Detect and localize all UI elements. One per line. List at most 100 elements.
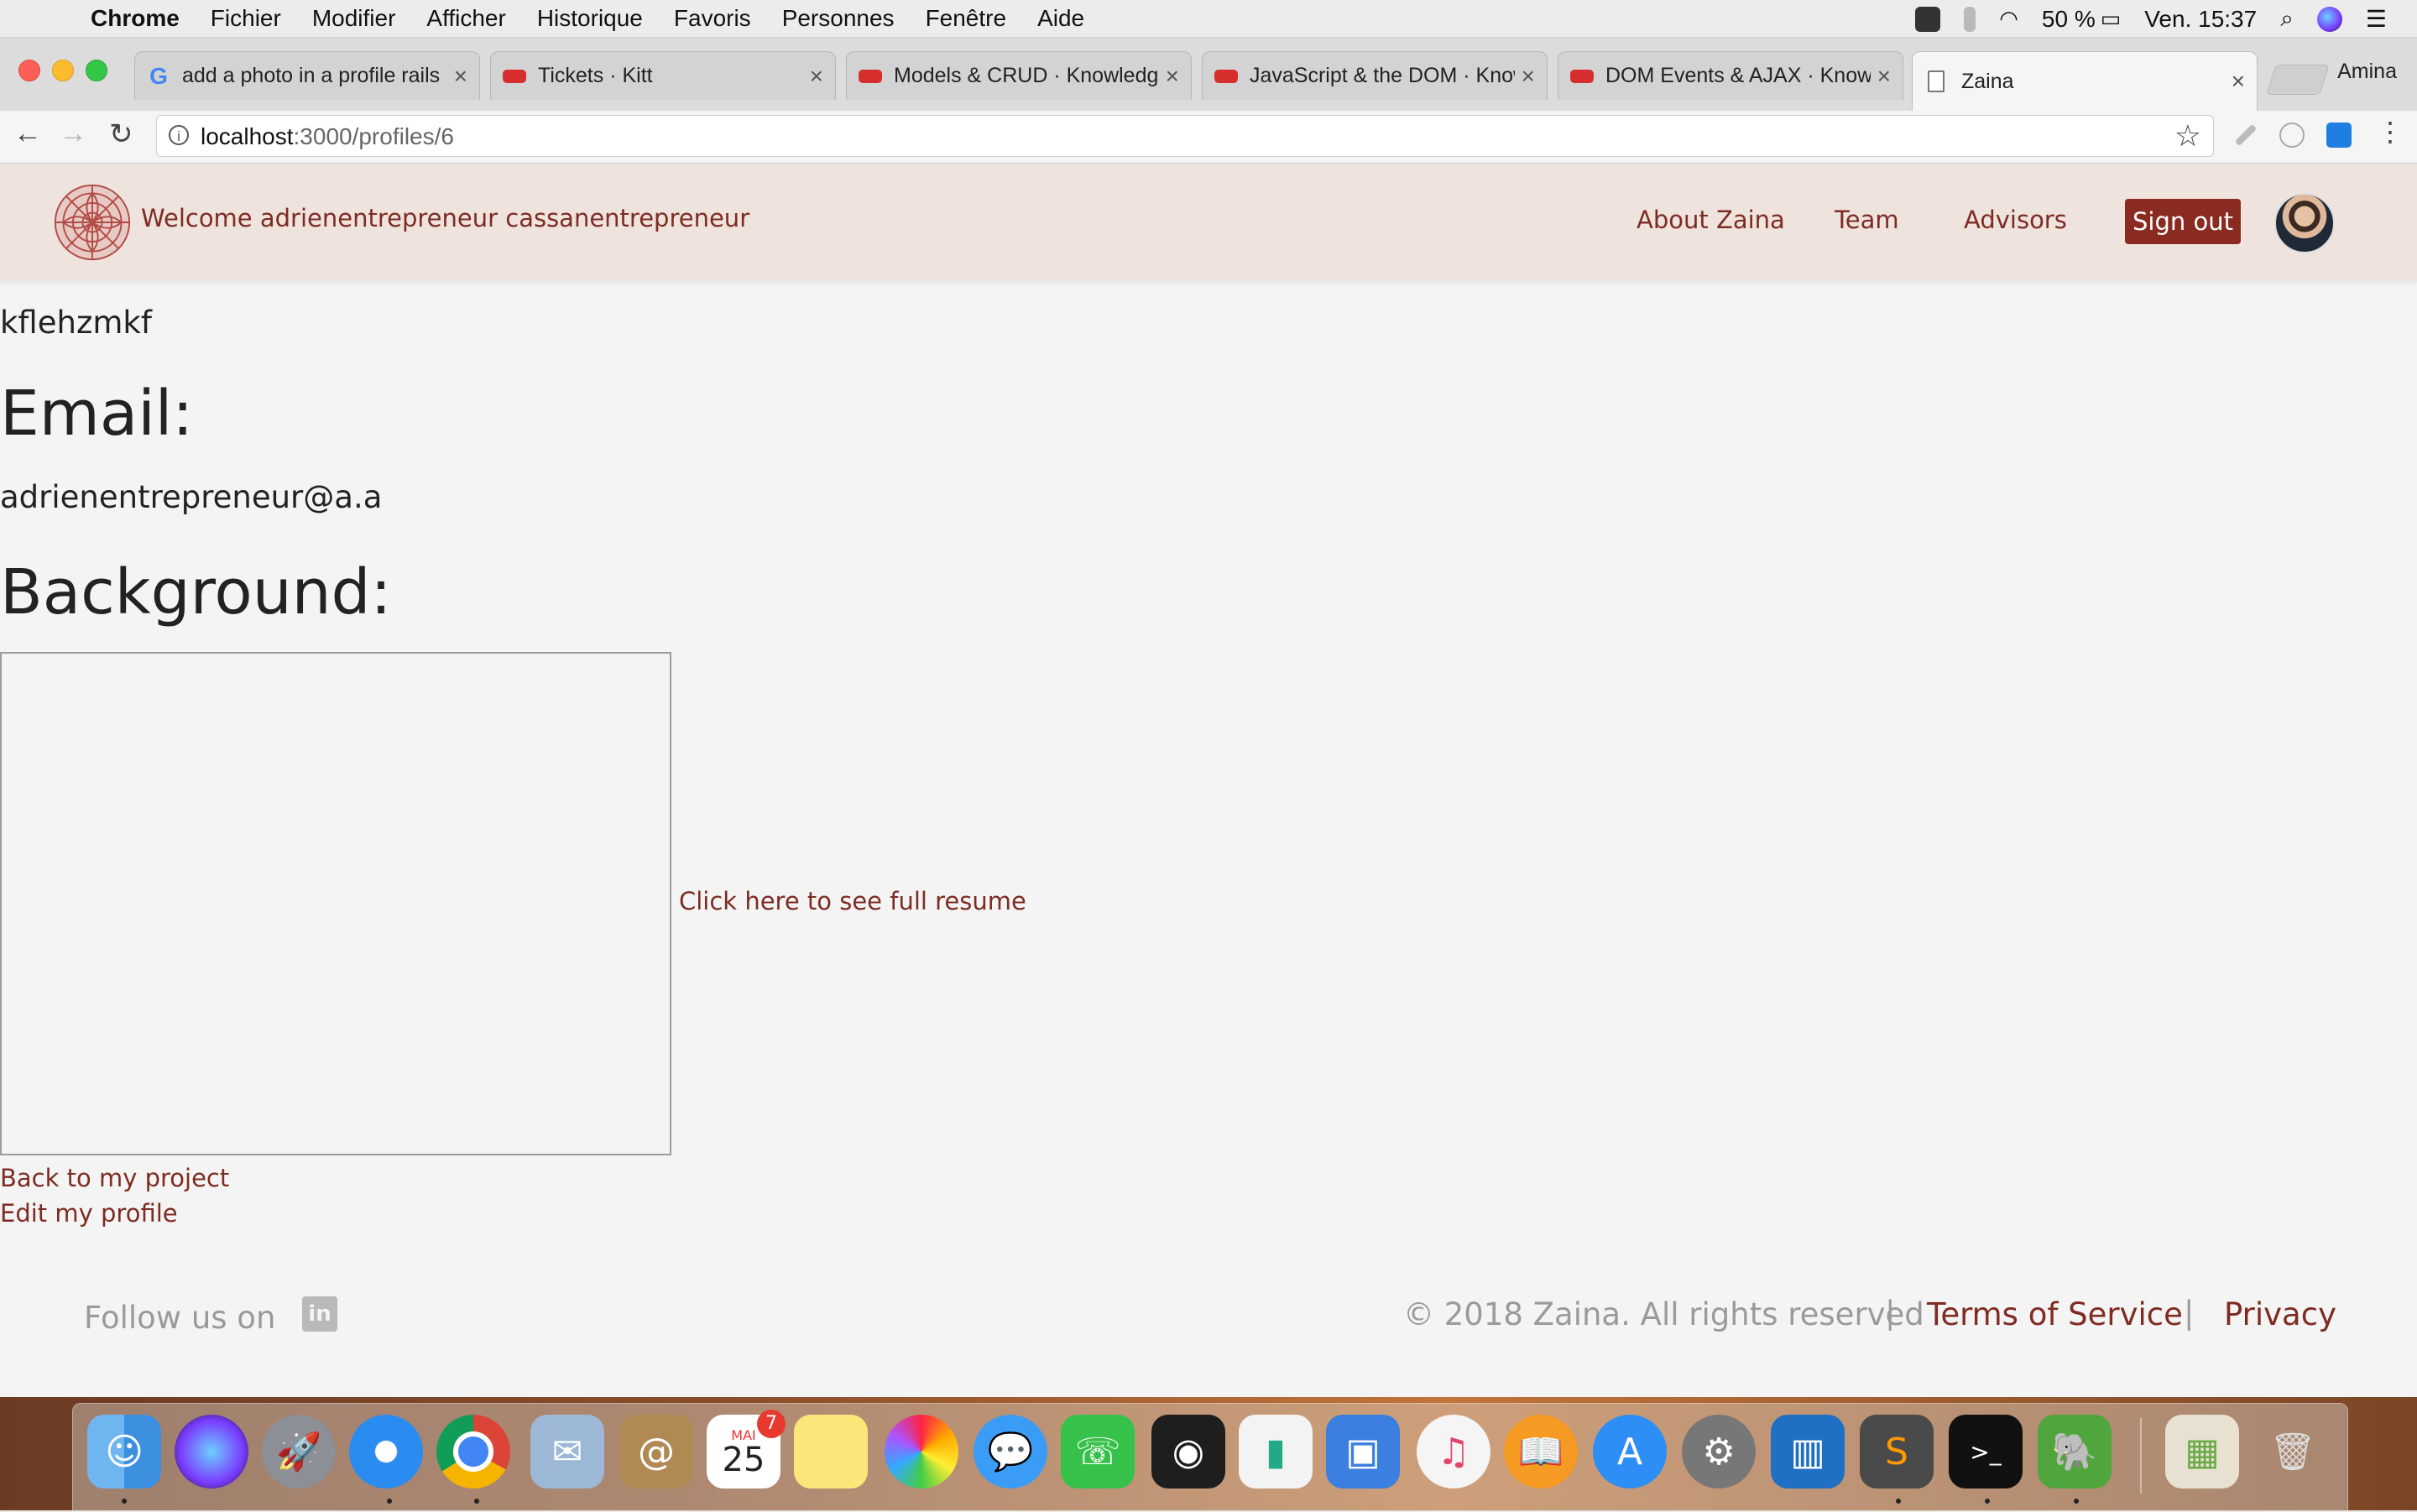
menu-afficher[interactable]: Afficher (426, 5, 505, 32)
close-tab-icon[interactable]: × (454, 63, 467, 90)
menu-favoris[interactable]: Favoris (674, 5, 751, 32)
sublime-text-icon[interactable]: S (1860, 1415, 1934, 1489)
calendar-badge: 7 (757, 1410, 786, 1438)
figma-icon[interactable]: ◉ (1151, 1415, 1225, 1489)
menu-app-name[interactable]: Chrome (91, 5, 180, 32)
profile-name: kflehzmkf (0, 305, 152, 341)
google-icon: G (149, 62, 168, 89)
sequel-table-icon[interactable]: ▦ (2165, 1415, 2239, 1489)
url-host: localhost (201, 123, 294, 149)
edit-profile-link[interactable]: Edit my profile (0, 1199, 178, 1228)
trello-icon[interactable]: ▥ (1771, 1415, 1845, 1489)
itunes-icon[interactable]: ♫ (1417, 1415, 1490, 1489)
reload-icon[interactable]: ↻ (109, 117, 133, 151)
document-icon (1928, 70, 1945, 92)
photos-icon[interactable] (885, 1415, 958, 1489)
browser-tab-strip: G add a photo in a profile rails × Ticke… (0, 38, 2417, 112)
tab-zaina-active[interactable]: Zaina × (1912, 51, 2258, 111)
close-tab-icon[interactable]: × (1877, 63, 1891, 90)
back-arrow-icon[interactable]: ← (13, 117, 42, 150)
app-store-icon[interactable]: A (1593, 1415, 1667, 1489)
evernote-icon[interactable]: 🐘 (2038, 1415, 2112, 1489)
mail-stamp-icon[interactable]: ✉ (530, 1415, 604, 1489)
kitt-bus-icon (503, 69, 526, 83)
resume-preview-frame[interactable] (0, 652, 671, 1155)
chrome-profile-name[interactable]: Amina (2337, 60, 2397, 84)
tab-google-search[interactable]: G add a photo in a profile rails × (134, 51, 480, 100)
follow-us-label: Follow us on (84, 1300, 276, 1336)
new-tab-button[interactable] (2266, 65, 2330, 95)
nav-team-link[interactable]: Team (1835, 206, 1899, 234)
keynote-icon[interactable]: ▣ (1326, 1415, 1400, 1489)
numbers-icon[interactable]: ▮ (1239, 1415, 1313, 1489)
clock[interactable]: Ven. 15:37 (2144, 6, 2257, 33)
site-info-icon[interactable]: i (169, 125, 189, 145)
url-text[interactable]: localhost:3000/profiles/6 (201, 123, 454, 150)
eyedropper-extension-icon[interactable] (2234, 123, 2258, 147)
evernote-status-icon[interactable] (1915, 6, 1941, 32)
tab-models-crud[interactable]: Models & CRUD · Knowledge × (846, 51, 1192, 100)
minimize-window-button[interactable] (52, 60, 74, 81)
menu-modifier[interactable]: Modifier (312, 5, 396, 32)
tab-dom-events-ajax[interactable]: DOM Events & AJAX · Knowledge × (1558, 51, 1903, 100)
contacts-icon[interactable]: @ (619, 1415, 693, 1489)
zoom-window-button[interactable] (86, 60, 107, 81)
tab-kitt-tickets[interactable]: Tickets · Kitt × (490, 51, 836, 100)
menu-historique[interactable]: Historique (537, 5, 643, 32)
calendar-icon[interactable]: MAI 25 7 (707, 1410, 786, 1489)
nav-advisors-link[interactable]: Advisors (1964, 206, 2067, 234)
bookmark-star-icon[interactable]: ☆ (2174, 118, 2201, 154)
trash-icon[interactable]: 🗑 (2256, 1415, 2330, 1489)
messages-icon[interactable]: 💬 (974, 1415, 1047, 1489)
bluetooth-icon[interactable] (1964, 6, 1976, 32)
menu-fichier[interactable]: Fichier (211, 5, 281, 32)
running-indicator (1896, 1499, 1901, 1504)
terms-of-service-link[interactable]: Terms of Service (1927, 1296, 2183, 1332)
menu-fenetre[interactable]: Fenêtre (926, 5, 1007, 32)
battery-percent[interactable]: 50 % (2042, 6, 2096, 33)
trello-extension-icon[interactable] (2326, 123, 2352, 148)
menu-aide[interactable]: Aide (1037, 5, 1084, 32)
address-bar[interactable]: i localhost:3000/profiles/6 ☆ (156, 115, 2214, 157)
system-preferences-icon[interactable]: ⚙ (1682, 1415, 1756, 1489)
notes-icon[interactable] (794, 1415, 868, 1489)
close-tab-icon[interactable]: × (1522, 63, 1535, 90)
tab-title: JavaScript & the DOM · Knowledge (1250, 64, 1515, 87)
launchpad-icon[interactable]: 🚀 (262, 1415, 336, 1489)
forward-arrow-icon[interactable]: → (59, 117, 87, 150)
close-window-button[interactable] (18, 60, 40, 81)
site-navbar: Welcome adrienentrepreneur cassanentrepr… (0, 164, 2417, 281)
back-to-project-link[interactable]: Back to my project (0, 1164, 229, 1192)
menu-personnes[interactable]: Personnes (782, 5, 895, 32)
close-tab-icon[interactable]: × (2232, 68, 2245, 95)
full-resume-link[interactable]: Click here to see full resume (679, 887, 1026, 915)
finder-icon[interactable]: ☺ (87, 1415, 161, 1489)
tab-title: Models & CRUD · Knowledge (894, 64, 1159, 87)
chrome-dock-icon[interactable] (436, 1415, 510, 1489)
privacy-link[interactable]: Privacy (2224, 1296, 2336, 1332)
url-path: :3000/profiles/6 (293, 123, 454, 149)
notification-center-icon[interactable]: ☰ (2366, 5, 2387, 33)
battery-icon[interactable]: ▭ (2101, 6, 2122, 32)
welcome-message: Welcome adrienentrepreneur cassanentrepr… (141, 204, 750, 232)
chrome-menu-icon[interactable]: ⋮ (2377, 116, 2404, 147)
linkedin-icon[interactable]: in (302, 1296, 337, 1332)
zaina-mandala-logo[interactable] (52, 182, 133, 263)
footer-separator: | (1885, 1295, 1896, 1331)
copyright-text: © 2018 Zaina. All rights reserved (1403, 1296, 1924, 1332)
tab-javascript-dom[interactable]: JavaScript & the DOM · Knowledge × (1202, 51, 1548, 100)
safari-icon[interactable] (349, 1415, 423, 1489)
facetime-icon[interactable]: ☏ (1061, 1415, 1135, 1489)
sign-out-button[interactable]: Sign out (2125, 199, 2241, 244)
terminal-icon[interactable]: >_ (1949, 1415, 2023, 1489)
siri-dock-icon[interactable] (175, 1415, 248, 1489)
spotlight-search-icon[interactable]: ⌕ (2280, 5, 2294, 33)
close-tab-icon[interactable]: × (810, 63, 823, 90)
siri-icon[interactable] (2316, 6, 2342, 32)
extension-icon[interactable] (2279, 123, 2305, 148)
nav-about-link[interactable]: About Zaina (1637, 206, 1785, 234)
close-tab-icon[interactable]: × (1166, 63, 1179, 90)
user-avatar[interactable] (2274, 193, 2335, 253)
wifi-icon[interactable]: ◠ (1999, 6, 2018, 32)
ibooks-icon[interactable]: 📖 (1504, 1415, 1578, 1489)
